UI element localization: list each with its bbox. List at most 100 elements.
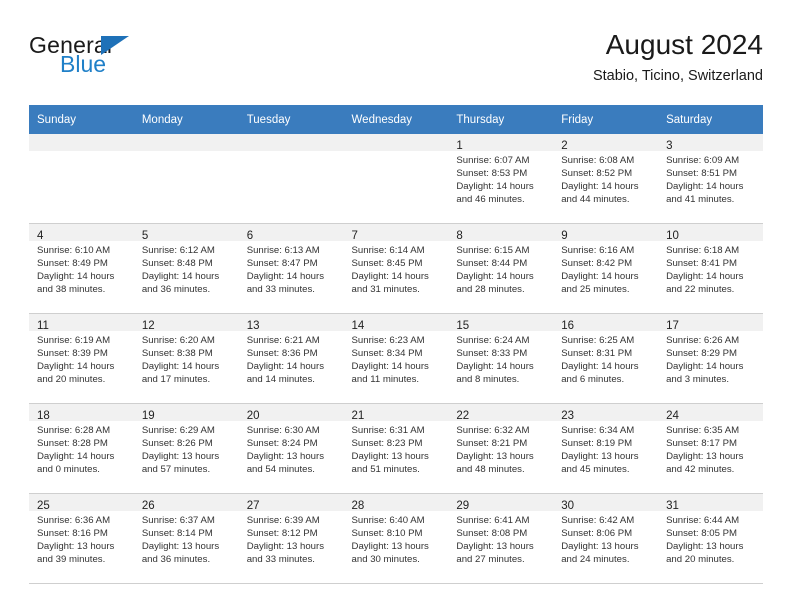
- daylight-text-line1: Daylight: 13 hours: [666, 540, 744, 552]
- day-details: Sunrise: 6:16 AM Sunset: 8:42 PM Daylight:…: [553, 241, 658, 297]
- sunset-text: Sunset: 8:16 PM: [37, 527, 108, 539]
- sunset-text: Sunset: 8:45 PM: [351, 257, 423, 269]
- daylight-text-line2: and 25 minutes.: [561, 283, 630, 295]
- general-blue-logo[interactable]: General Blue: [29, 32, 259, 94]
- calendar-day-cell[interactable]: 18 Sunrise: 6:28 AM Sunset: 8:28 PM Dayligh…: [29, 403, 134, 494]
- daylight-text-line1: Daylight: 13 hours: [456, 540, 534, 552]
- calendar-day-cell[interactable]: 16 Sunrise: 6:25 AM Sunset: 8:31 PM Dayligh…: [553, 313, 659, 404]
- day-details: Sunrise: 6:30 AM Sunset: 8:24 PM Daylight:…: [239, 421, 344, 477]
- day-details: Sunrise: 6:26 AM Sunset: 8:29 PM Daylight:…: [658, 331, 763, 387]
- daylight-text-line1: Daylight: 14 hours: [456, 270, 534, 282]
- sunrise-text: Sunrise: 6:23 AM: [351, 335, 425, 346]
- daylight-text-line2: and 8 minutes.: [456, 373, 520, 385]
- calendar-day-cell[interactable]: 23 Sunrise: 6:34 AM Sunset: 8:19 PM Dayligh…: [553, 403, 659, 494]
- calendar-day-cell[interactable]: 8 Sunrise: 6:15 AM Sunset: 8:44 PM Daylight…: [448, 223, 554, 314]
- daylight-text-line1: Daylight: 13 hours: [351, 540, 429, 552]
- location-subtitle: Stabio, Ticino, Switzerland: [592, 68, 763, 84]
- day-number-band: 1: [448, 134, 554, 152]
- day-details: Sunrise: 6:09 AM Sunset: 8:51 PM Daylight:…: [658, 151, 763, 207]
- day-number: 14: [351, 320, 365, 332]
- day-number: 28: [351, 500, 365, 512]
- day-details: Sunrise: 6:34 AM Sunset: 8:19 PM Daylight:…: [553, 421, 658, 477]
- calendar-day-cell[interactable]: 21 Sunrise: 6:31 AM Sunset: 8:23 PM Dayligh…: [343, 403, 449, 494]
- calendar-day-cell[interactable]: 9 Sunrise: 6:16 AM Sunset: 8:42 PM Daylight…: [553, 223, 659, 314]
- daylight-text-line2: and 14 minutes.: [246, 373, 315, 385]
- daylight-text-line2: and 46 minutes.: [456, 193, 525, 205]
- calendar-day-cell[interactable]: 5 Sunrise: 6:12 AM Sunset: 8:48 PM Daylight…: [133, 223, 239, 314]
- day-details: Sunrise: 6:41 AM Sunset: 8:08 PM Daylight:…: [448, 511, 553, 567]
- daylight-text-line2: and 22 minutes.: [666, 283, 735, 295]
- day-details: Sunrise: 6:19 AM Sunset: 8:39 PM Daylight:…: [29, 331, 134, 387]
- sunset-text: Sunset: 8:47 PM: [246, 257, 318, 269]
- calendar-day-cell[interactable]: 22 Sunrise: 6:32 AM Sunset: 8:21 PM Dayligh…: [448, 403, 554, 494]
- sunrise-text: Sunrise: 6:44 AM: [666, 515, 740, 526]
- day-details: Sunrise: 6:21 AM Sunset: 8:36 PM Daylight:…: [239, 331, 344, 387]
- sunset-text: Sunset: 8:21 PM: [456, 437, 528, 449]
- calendar-day-cell[interactable]: 24 Sunrise: 6:35 AM Sunset: 8:17 PM Dayligh…: [658, 403, 763, 494]
- logo-text-blue: Blue: [60, 51, 107, 77]
- day-number-band: 19: [133, 404, 239, 422]
- calendar-day-cell[interactable]: 2 Sunrise: 6:08 AM Sunset: 8:52 PM Daylight…: [553, 134, 659, 224]
- calendar-day-cell[interactable]: 26 Sunrise: 6:37 AM Sunset: 8:14 PM Dayligh…: [133, 493, 239, 584]
- daylight-text-line2: and 31 minutes.: [351, 283, 420, 295]
- day-number-band: 23: [553, 404, 659, 422]
- day-number-band: [238, 134, 344, 151]
- sunset-text: Sunset: 8:08 PM: [456, 527, 528, 539]
- calendar-day-cell[interactable]: 29 Sunrise: 6:41 AM Sunset: 8:08 PM Dayligh…: [448, 493, 554, 584]
- sunrise-text: Sunrise: 6:14 AM: [351, 245, 425, 256]
- calendar-body: 1 Sunrise: 6:07 AM Sunset: 8:53 PM Daylight…: [29, 134, 763, 584]
- day-number: 21: [351, 410, 365, 422]
- calendar-day-cell[interactable]: 1 Sunrise: 6:07 AM Sunset: 8:53 PM Daylight…: [448, 134, 554, 224]
- calendar-day-cell[interactable]: 10 Sunrise: 6:18 AM Sunset: 8:41 PM Dayligh…: [658, 223, 763, 314]
- sunset-text: Sunset: 8:42 PM: [561, 257, 633, 269]
- calendar-day-cell[interactable]: 25 Sunrise: 6:36 AM Sunset: 8:16 PM Dayligh…: [29, 493, 134, 584]
- sunset-text: Sunset: 8:19 PM: [561, 437, 633, 449]
- daylight-text-line2: and 48 minutes.: [456, 463, 525, 475]
- calendar-day-cell[interactable]: 15 Sunrise: 6:24 AM Sunset: 8:33 PM Dayligh…: [448, 313, 554, 404]
- daylight-text-line2: and 45 minutes.: [561, 463, 630, 475]
- daylight-text-line1: Daylight: 14 hours: [141, 360, 220, 372]
- daylight-text-line1: Daylight: 14 hours: [141, 270, 220, 282]
- day-number-band: 15: [448, 314, 554, 332]
- calendar-day-cell[interactable]: 7 Sunrise: 6:14 AM Sunset: 8:45 PM Daylight…: [343, 223, 449, 314]
- daylight-text-line1: Daylight: 14 hours: [561, 180, 639, 192]
- day-number-band: 21: [343, 404, 449, 422]
- daylight-text-line2: and 38 minutes.: [37, 283, 106, 295]
- calendar-week-row: 18 Sunrise: 6:28 AM Sunset: 8:28 PM Dayligh…: [29, 403, 763, 494]
- calendar-day-cell[interactable]: 11 Sunrise: 6:19 AM Sunset: 8:39 PM Dayligh…: [29, 313, 134, 404]
- calendar-day-cell[interactable]: 31 Sunrise: 6:44 AM Sunset: 8:05 PM Dayligh…: [658, 493, 763, 584]
- calendar-day-cell[interactable]: 17 Sunrise: 6:26 AM Sunset: 8:29 PM Dayligh…: [658, 313, 763, 404]
- day-number: 7: [351, 230, 358, 242]
- calendar-day-cell[interactable]: 12 Sunrise: 6:20 AM Sunset: 8:38 PM Dayligh…: [133, 313, 239, 404]
- day-details: Sunrise: 6:32 AM Sunset: 8:21 PM Daylight:…: [448, 421, 553, 477]
- day-number-band: 29: [448, 494, 554, 512]
- calendar-day-cell[interactable]: 28 Sunrise: 6:40 AM Sunset: 8:10 PM Dayligh…: [343, 493, 449, 584]
- sunset-text: Sunset: 8:31 PM: [561, 347, 633, 359]
- day-number: 4: [37, 230, 44, 242]
- day-details: Sunrise: 6:08 AM Sunset: 8:52 PM Daylight:…: [553, 151, 658, 207]
- daylight-text-line2: and 27 minutes.: [456, 553, 525, 565]
- day-details: Sunrise: 6:37 AM Sunset: 8:14 PM Daylight:…: [134, 511, 239, 567]
- day-number-band: 14: [343, 314, 449, 332]
- calendar-day-cell[interactable]: 14 Sunrise: 6:23 AM Sunset: 8:34 PM Dayligh…: [343, 313, 449, 404]
- calendar-day-cell[interactable]: 13 Sunrise: 6:21 AM Sunset: 8:36 PM Dayligh…: [238, 313, 344, 404]
- sunset-text: Sunset: 8:52 PM: [561, 167, 633, 179]
- sunrise-text: Sunrise: 6:18 AM: [666, 245, 740, 256]
- calendar-day-cell[interactable]: 6 Sunrise: 6:13 AM Sunset: 8:47 PM Daylight…: [238, 223, 344, 314]
- day-details: Sunrise: 6:35 AM Sunset: 8:17 PM Daylight:…: [658, 421, 763, 477]
- daylight-text-line2: and 36 minutes.: [141, 283, 211, 295]
- day-number: 23: [561, 410, 575, 422]
- calendar-day-cell[interactable]: 19 Sunrise: 6:29 AM Sunset: 8:26 PM Dayligh…: [133, 403, 239, 494]
- calendar-day-cell[interactable]: 20 Sunrise: 6:30 AM Sunset: 8:24 PM Dayligh…: [238, 403, 344, 494]
- day-number: 10: [666, 230, 679, 242]
- calendar-day-cell[interactable]: 30 Sunrise: 6:42 AM Sunset: 8:06 PM Dayligh…: [553, 493, 659, 584]
- day-details: Sunrise: 6:23 AM Sunset: 8:34 PM Daylight:…: [344, 331, 449, 387]
- daylight-text-line2: and 41 minutes.: [666, 193, 735, 205]
- daylight-text-line1: Daylight: 13 hours: [456, 450, 534, 462]
- calendar-day-cell[interactable]: 27 Sunrise: 6:39 AM Sunset: 8:12 PM Dayligh…: [238, 493, 344, 584]
- sunrise-text: Sunrise: 6:39 AM: [246, 515, 320, 526]
- calendar-day-cell[interactable]: 4 Sunrise: 6:10 AM Sunset: 8:49 PM Daylight…: [29, 223, 134, 314]
- daylight-text-line2: and 42 minutes.: [666, 463, 735, 475]
- sunrise-text: Sunrise: 6:25 AM: [561, 335, 635, 346]
- calendar-day-cell[interactable]: 3 Sunrise: 6:09 AM Sunset: 8:51 PM Daylight…: [658, 134, 763, 224]
